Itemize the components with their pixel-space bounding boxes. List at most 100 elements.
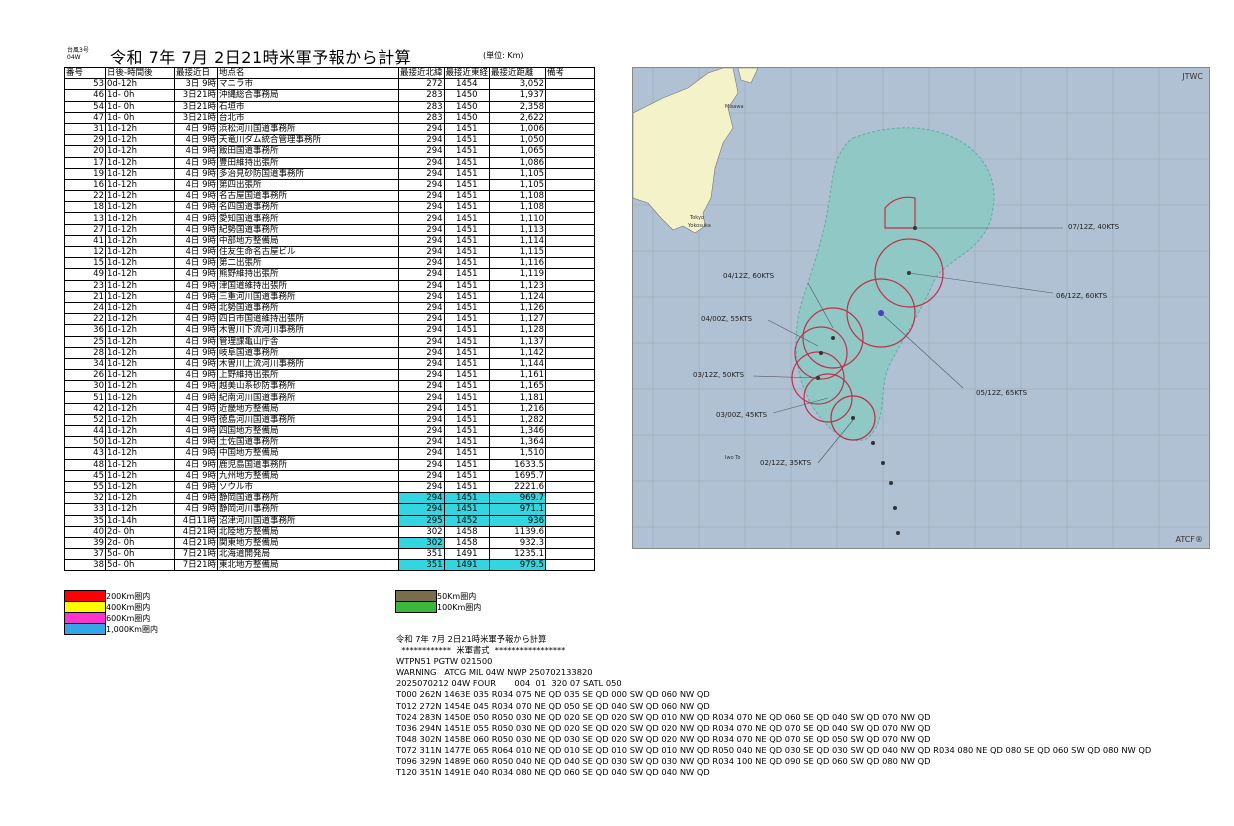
table-cell: 4日 9時 [174,212,218,225]
table-cell: 1451 [443,503,491,516]
table-cell [545,301,596,315]
message-line: T120 351N 1491E 040 R034 080 NE QD 060 S… [396,767,710,778]
table-cell: 12 [64,245,106,259]
table-cell: 中国地方整備局 [217,447,399,460]
table-row: 21 1d-12h 4日 9時 三重河川国道事務所 294 1451 1,124 [64,290,596,303]
military-message: 令和 7年 7月 2日21時米軍予報から計算 ************ 米軍書式… [396,634,1151,778]
table-cell: 1,105 [489,167,547,180]
table-cell: 31 [64,122,106,136]
table-cell: 4日 9時 [174,424,218,438]
table-cell: 1451 [443,335,491,348]
table-row: 39 2d- 0h 4日21時 関東地方整備局 302 1458 932.3 [64,536,596,550]
table-cell: 4日 9時 [174,346,218,359]
table-cell: 1458 [443,525,491,538]
table-cell: 北海道開発局 [217,548,399,561]
table-cell: 1451 [443,223,491,236]
table-cell [545,234,596,248]
table-cell: 4日 9時 [174,122,218,136]
table-cell: 294 [398,156,445,169]
table-cell: 三重河川国道事務所 [217,290,399,303]
table-cell: 15 [64,257,106,270]
table-row: 43 1d-12h 4日 9時 中国地方整備局 294 1451 1,510 [64,447,596,460]
table-cell: 25 [64,335,106,348]
table-row: 31 1d-12h 4日 9時 浜松河川国道事務所 294 1451 1,006 [64,122,596,136]
table-cell: 1d-12h [105,178,175,192]
table-cell: 17 [64,156,106,169]
table-cell: 4日21時 [174,536,218,550]
table-cell: 294 [398,492,445,505]
table-cell: 飯田国道事務所 [217,145,399,158]
table-cell: 1454 [443,78,491,91]
legend-swatch [64,623,106,635]
table-cell: 1633.5 [489,458,547,471]
table-cell: 4日 9時 [174,134,218,147]
table-cell: 4日 9時 [174,290,218,303]
table-cell: 7日21時 [174,559,218,572]
table-cell: 1451 [443,436,491,449]
table-cell: 13 [64,212,106,225]
table-cell: 1,116 [489,257,547,270]
table-cell: 北陸地方整備局 [217,525,399,538]
table-row: 30 1d-12h 4日 9時 越美山系砂防事務所 294 1451 1,165 [64,380,596,393]
table-cell: 46 [64,89,106,102]
table-cell: 294 [398,134,445,147]
table-cell: 4日11時 [174,514,218,527]
city-iwoto: Iwo To [725,455,741,461]
table-cell: 1451 [443,391,491,404]
table-cell: 1d-12h [105,391,175,404]
table-cell: 4日 9時 [174,279,218,292]
table-cell: 4日 9時 [174,369,218,382]
table-cell [545,324,596,337]
table-row: 32 1d-12h 4日 9時 静岡国道事務所 294 1451 969.7 [64,492,596,505]
table-cell [545,313,596,326]
table-cell: 302 [398,536,445,550]
table-row: 35 1d-14h 4日11時 沼津河川国道事務所 295 1452 936 [64,514,596,527]
table-cell: 1,006 [489,122,547,136]
message-line: ************ 米軍書式 ***************** [396,645,566,656]
table-cell [545,480,596,494]
table-row: 24 1d-12h 4日 9時 北勢国道事務所 294 1451 1,126 [64,301,596,315]
table-cell: 1d-12h [105,380,175,393]
table-cell [545,134,596,147]
table-cell: 294 [398,357,445,371]
table-cell: 4日 9時 [174,469,218,482]
unit-label: (単位: Km) [483,51,524,60]
table-cell: 1235.1 [489,548,547,561]
table-cell: 294 [398,301,445,315]
table-cell: 294 [398,424,445,438]
table-cell: 1451 [443,380,491,393]
table-cell [545,525,596,538]
table-cell: 4日 9時 [174,257,218,270]
table-cell: 294 [398,335,445,348]
table-cell: 1,114 [489,234,547,248]
table-cell: 5d- 0h [105,559,175,572]
table-cell: 1451 [443,201,491,214]
table-row: 52 1d-12h 4日 9時 徳島河川国道事務所 294 1451 1,282 [64,413,596,427]
table-cell: 2221.6 [489,480,547,494]
table-cell: 1451 [443,145,491,158]
message-line: T024 283N 1450E 050 R050 030 NE QD 020 S… [396,711,931,722]
table-cell: 1,105 [489,178,547,192]
table-cell: 2d- 0h [105,525,175,538]
jtwc-label: JTWC [1182,72,1203,81]
table-cell [545,335,596,348]
table-cell: 1451 [443,156,491,169]
table-cell: 1450 [443,89,491,102]
table-cell: 4日 9時 [174,313,218,326]
table-cell: 1d-12h [105,223,175,236]
table-cell: 294 [398,313,445,326]
table-cell: 55 [64,480,106,494]
table-cell [545,156,596,169]
table-cell: 1,216 [489,402,547,415]
table-cell: 1,050 [489,134,547,147]
table-row: 36 1d-12h 4日 9時 木曽川下流河川事務所 294 1451 1,128 [64,324,596,337]
table-cell: 19 [64,167,106,180]
message-line: WTPN51 PGTW 021500 [396,656,493,667]
table-cell: 1d- 0h [105,89,175,102]
table-row: 47 1d- 0h 3日21時 台北市 283 1450 2,622 [64,111,596,124]
table-row: 12 1d-12h 4日 9時 住友生命名古屋ビル 294 1451 1,115 [64,245,596,259]
table-cell: 1451 [443,178,491,192]
table-cell: 1451 [443,346,491,359]
table-cell: 30 [64,380,106,393]
table-cell: 52 [64,413,106,427]
